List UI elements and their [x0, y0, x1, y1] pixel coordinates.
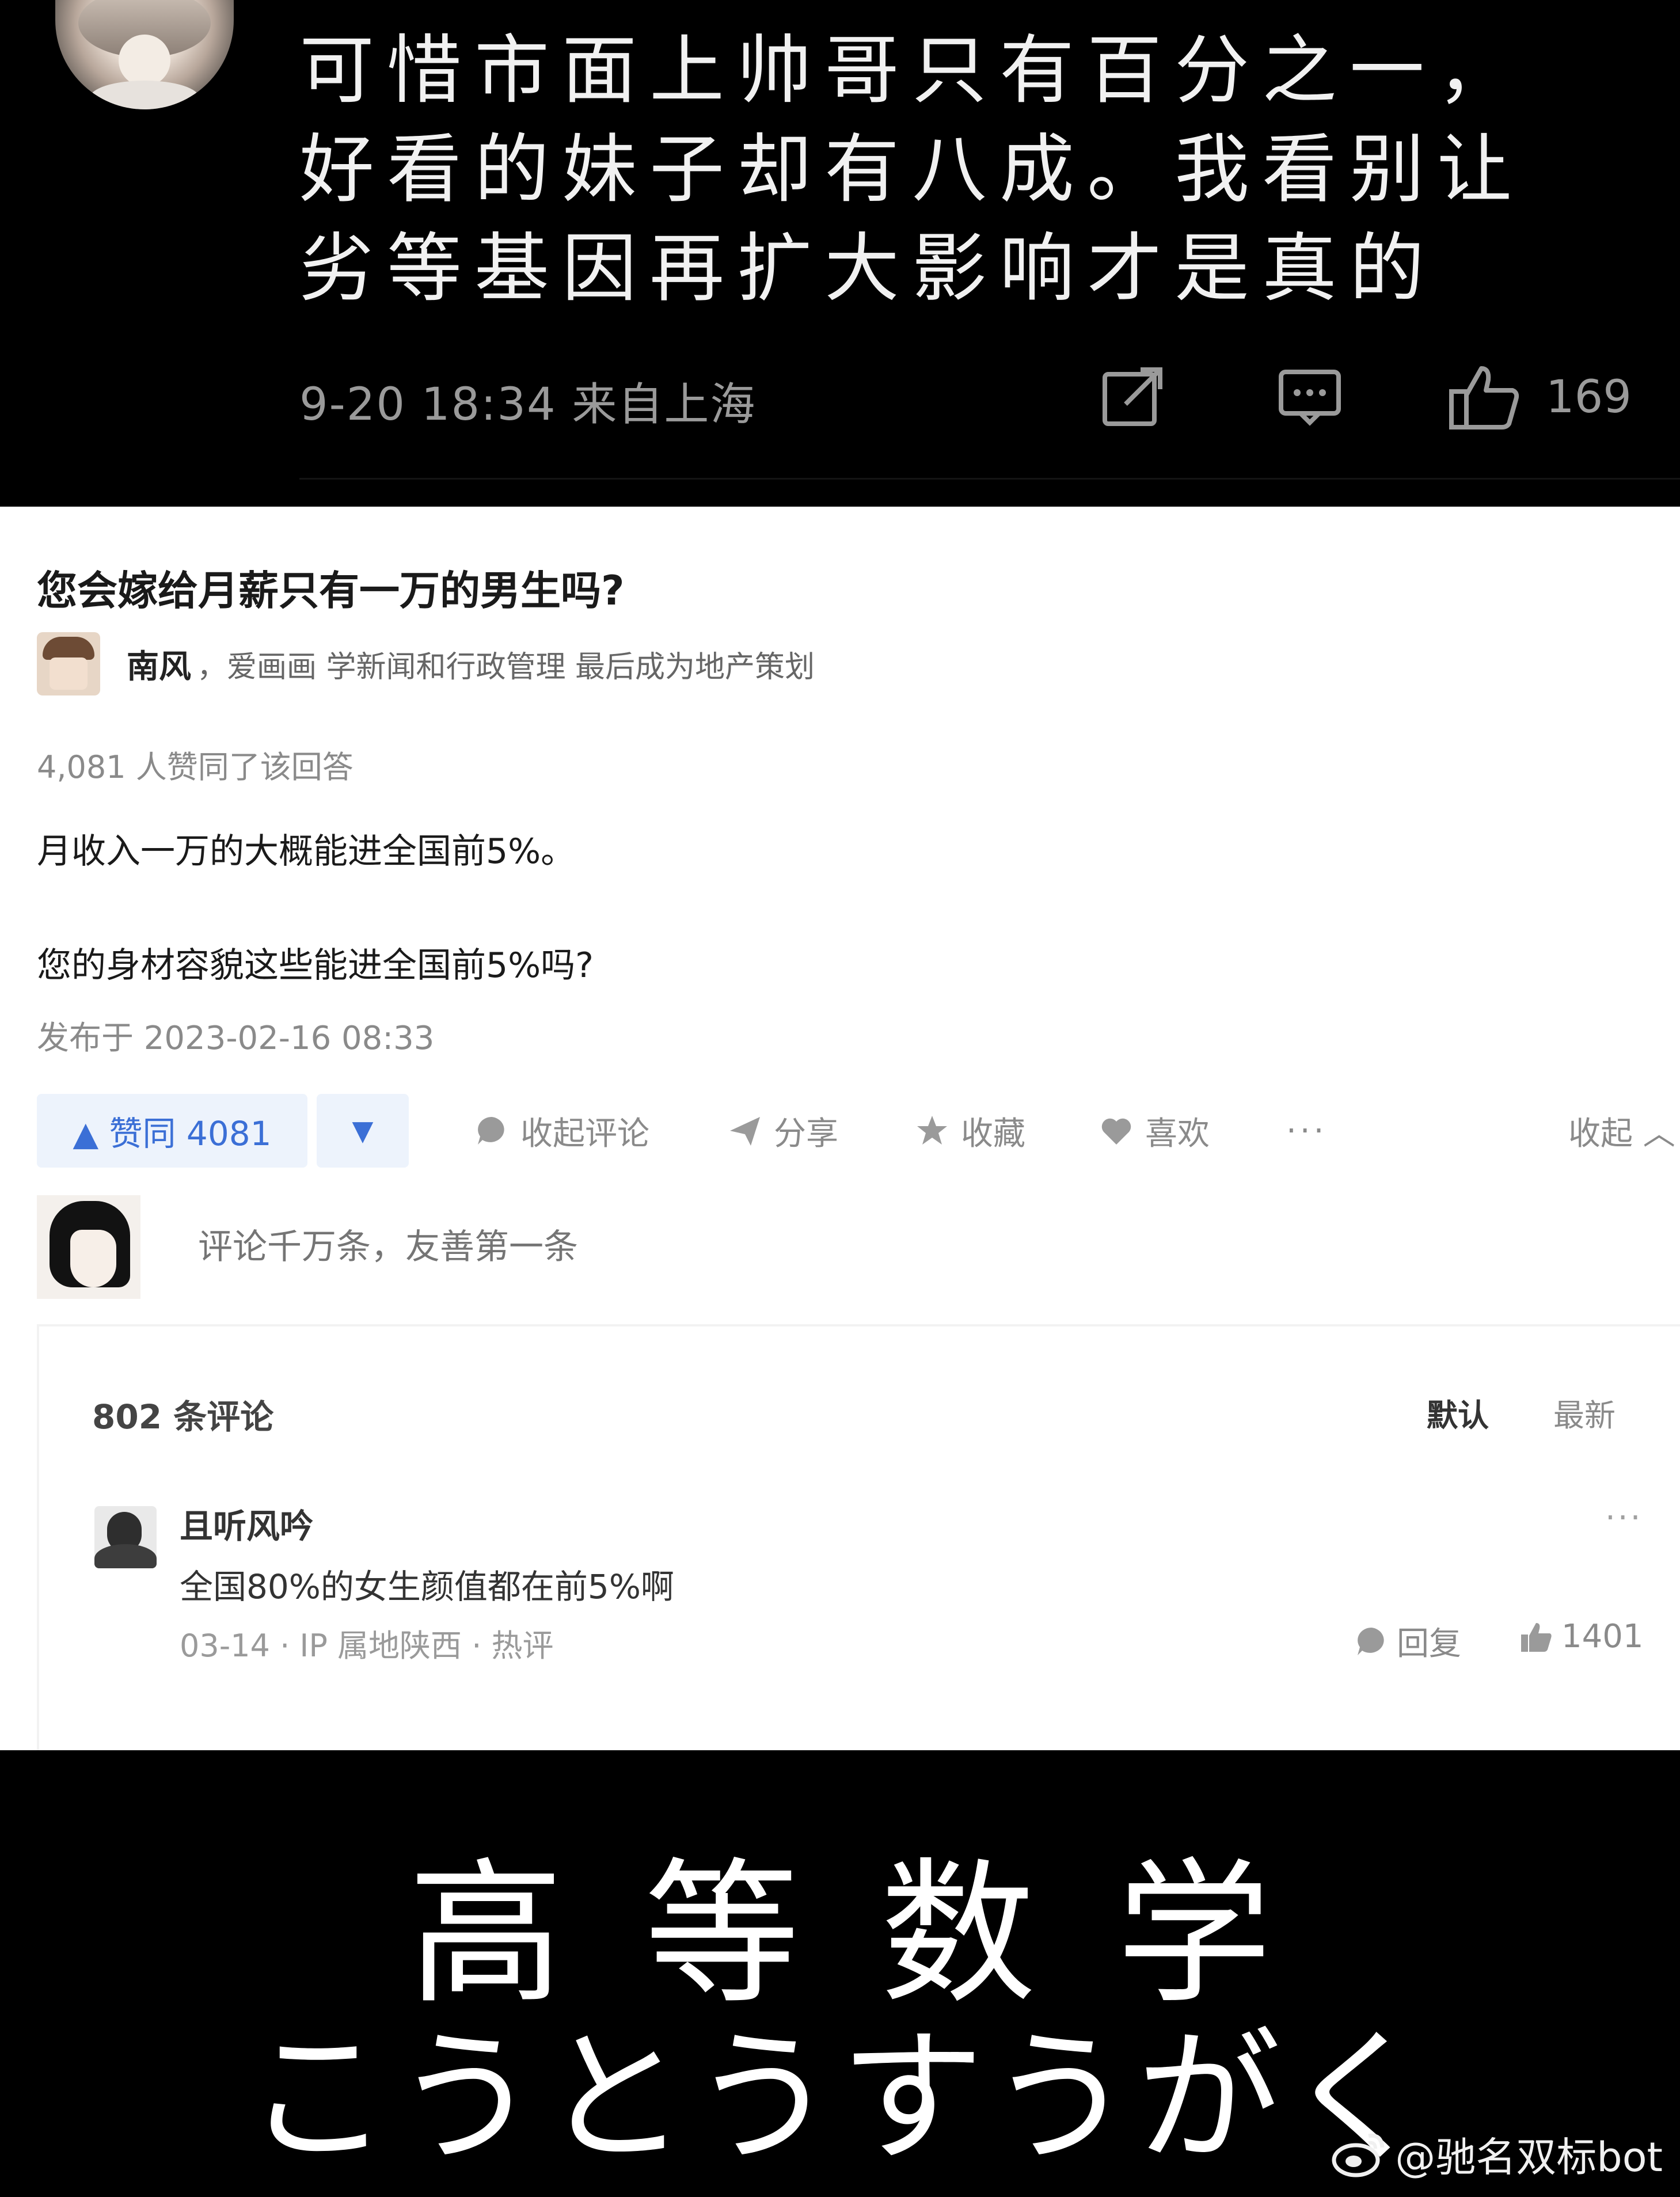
answer-paragraph-1: 月收入一万的大概能进全国前5%。: [37, 831, 576, 872]
author-avatar[interactable]: [37, 632, 100, 695]
comments-panel: 802 条评论 默认 最新 且听风吟 ··· 全国80%的女生颜值都在前5%啊 …: [37, 1324, 1680, 1750]
thumbs-up-icon: [1521, 1622, 1552, 1652]
divider: [299, 478, 1680, 480]
reply-label: 回复: [1397, 1625, 1461, 1663]
question-title[interactable]: 您会嫁给月薪只有一万的男生吗?: [37, 558, 625, 617]
reply-button[interactable]: [1275, 363, 1344, 432]
votes-summary: 4,081 人赞同了该回答: [37, 749, 354, 785]
upvote-button[interactable]: ▲ 赞同 4081: [37, 1094, 307, 1168]
published-time: 发布于 2023-02-16 08:33: [37, 1020, 435, 1057]
commenter-avatar-zhihu[interactable]: [94, 1506, 157, 1568]
watermark: @驰名双标bot: [1331, 2122, 1663, 2185]
comment-bubble-icon: [1358, 1627, 1384, 1655]
collapse-comments-button[interactable]: 收起评论: [474, 1094, 649, 1168]
author-name[interactable]: 南风: [127, 641, 191, 687]
paper-plane-icon: [730, 1117, 760, 1146]
author-row: 南风 ，爱画画 学新闻和行政管理 最后成为地产策划: [37, 632, 815, 695]
caption-section: 高等数学 こうとうすうがく @驰名双标bot: [0, 1750, 1680, 2197]
collapse-answer-button[interactable]: 收起 ︿: [1568, 1094, 1675, 1168]
comment-date: 9-20 18:34 来自上海: [299, 379, 757, 431]
commenter-name[interactable]: 且听风吟: [180, 1499, 313, 1548]
commenter-avatar[interactable]: [55, 0, 234, 109]
answer-action-bar: ▲ 赞同 4081 ▼ 收起评论 分享 收藏 喜欢 ··· 收起 ︿: [37, 1094, 1680, 1169]
comment-icon: [1279, 370, 1341, 426]
comment-body: 全国80%的女生颜值都在前5%啊: [180, 1567, 674, 1606]
sort-default-tab[interactable]: 默认: [1427, 1390, 1489, 1435]
like-count: 169: [1546, 371, 1632, 423]
share-button-zhihu[interactable]: 分享: [728, 1094, 838, 1168]
comment-bubble-icon: [478, 1117, 504, 1145]
like-label: 喜欢: [1145, 1115, 1210, 1153]
sort-newest-tab[interactable]: 最新: [1553, 1390, 1616, 1435]
current-user-avatar: [37, 1195, 140, 1299]
watermark-text: @驰名双标bot: [1395, 2133, 1663, 2181]
heart-icon: [1101, 1118, 1131, 1145]
reply-comment-button[interactable]: 回复: [1354, 1618, 1461, 1664]
like-button-zhihu[interactable]: 喜欢: [1099, 1094, 1210, 1168]
comment-meta-row: 9-20 18:34 来自上海 169: [299, 363, 1632, 432]
comment-more-button[interactable]: ···: [1605, 1499, 1643, 1537]
weibo-logo-icon: [1332, 2133, 1385, 2177]
comment-meta: 03-14 · IP 属地陕西 · 热评: [180, 1628, 554, 1664]
comment-text: 可惜市面上帅哥只有百分之一，好看的妹子却有八成。我看别让劣等基因再扩大影响才是真…: [299, 26, 1525, 312]
like-button[interactable]: 169: [1448, 363, 1632, 432]
favorite-label: 收藏: [961, 1115, 1025, 1153]
comment-like-count: 1401: [1561, 1618, 1644, 1655]
share-button[interactable]: [1097, 363, 1166, 432]
comment-like-button[interactable]: 1401: [1519, 1618, 1644, 1655]
author-bio: ，爱画画 学新闻和行政管理 最后成为地产策划: [197, 649, 815, 685]
downvote-button[interactable]: ▼: [317, 1094, 409, 1168]
share-label: 分享: [774, 1115, 838, 1153]
share-icon: [1103, 367, 1162, 426]
zhihu-answer-screenshot: 您会嫁给月薪只有一万的男生吗? 南风 ，爱画画 学新闻和行政管理 最后成为地产策…: [0, 507, 1680, 1750]
collapse-comments-label: 收起评论: [520, 1115, 649, 1153]
comment-compose-row: [37, 1195, 1680, 1299]
comment-input[interactable]: [198, 1218, 1350, 1276]
star-icon: [917, 1116, 947, 1145]
thumbs-up-icon: [1449, 366, 1519, 429]
comment-count: 802 条评论: [92, 1397, 274, 1436]
more-button[interactable]: ···: [1286, 1094, 1327, 1168]
top-comment-section: 可惜市面上帅哥只有百分之一，好看的妹子却有八成。我看别让劣等基因再扩大影响才是真…: [0, 0, 1680, 505]
answer-paragraph-2: 您的身材容貌这些能进全国前5%吗?: [37, 945, 594, 986]
favorite-button[interactable]: 收藏: [915, 1094, 1025, 1168]
